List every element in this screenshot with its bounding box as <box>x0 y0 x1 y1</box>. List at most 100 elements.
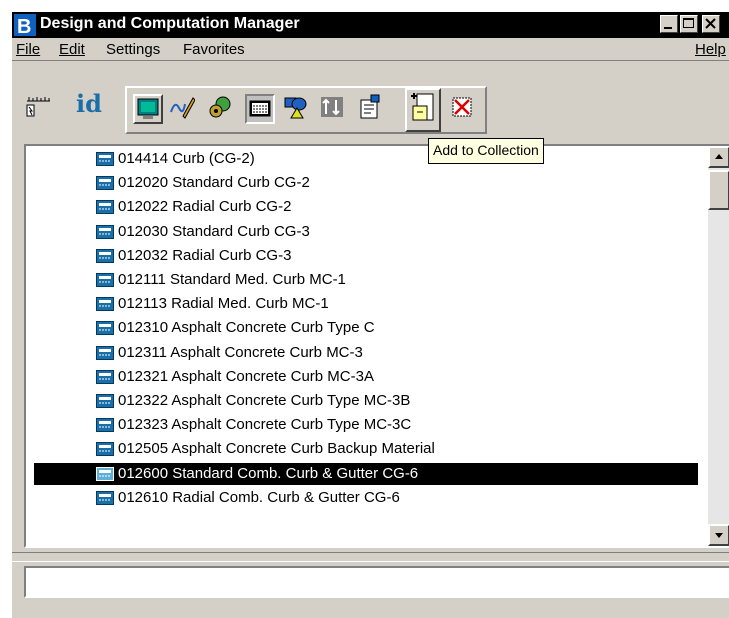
scroll-down-button[interactable] <box>708 524 729 546</box>
arrow-up-icon <box>715 154 723 159</box>
calculator-item-icon <box>96 152 114 166</box>
svg-text:B: B <box>17 16 31 36</box>
item-list-rows: 014414 Curb (CG-2) 012020 Standard Curb C… <box>26 146 706 546</box>
menu-edit-label: Edit <box>59 41 85 58</box>
list-item[interactable]: 012030 Standard Curb CG-3 <box>34 221 698 243</box>
calculator-item-icon <box>96 248 114 263</box>
maximize-button[interactable] <box>680 15 698 33</box>
sort-icon <box>321 97 343 117</box>
toolbar: id <box>12 86 729 142</box>
id-label: id <box>76 89 102 118</box>
list-item[interactable]: 012310 Asphalt Concrete Curb Type C <box>34 317 698 339</box>
menu-favorites-label: Favorites <box>183 41 245 58</box>
arrow-down-icon <box>715 533 723 538</box>
calculator-item-icon <box>96 200 114 215</box>
pencil-line-icon <box>170 97 196 119</box>
list-item[interactable]: 012505 Asphalt Concrete Curb Backup Mate… <box>34 438 698 460</box>
calculator-item-icon <box>96 418 114 433</box>
calculator-item-icon <box>96 297 114 312</box>
pane-splitter[interactable] <box>12 552 729 562</box>
properties-icon <box>360 94 380 119</box>
list-item-label: 012323 Asphalt Concrete Curb Type MC-3C <box>118 416 412 434</box>
shapes-tool-button[interactable] <box>283 94 313 124</box>
monitor-icon <box>137 98 159 119</box>
dcm-window: B Design and Computation Manager File Ed… <box>10 10 729 618</box>
menu-bar: File Edit Settings Favorites Help <box>12 38 729 61</box>
close-button[interactable] <box>702 15 720 33</box>
ruler-tool-button[interactable] <box>24 91 54 121</box>
calculator-item-icon <box>96 394 114 408</box>
title-bar[interactable]: B Design and Computation Manager <box>12 12 729 38</box>
list-item[interactable]: 012111 Standard Med. Curb MC-1 <box>34 269 698 291</box>
item-list[interactable]: 014414 Curb (CG-2) 012020 Standard Curb C… <box>24 144 729 548</box>
list-item[interactable]: 012020 Standard Curb CG-2 <box>34 172 698 194</box>
list-item[interactable]: 012323 Asphalt Concrete Curb Type MC-3C <box>34 414 698 436</box>
calculator-item-icon <box>96 345 114 360</box>
calculator-item-icon <box>96 273 114 287</box>
list-item[interactable]: 014414 Curb (CG-2) <box>34 148 698 170</box>
remove-tool-button[interactable] <box>449 94 479 124</box>
list-item[interactable]: 012610 Radial Comb. Curb & Gutter CG-6 <box>34 487 698 509</box>
palette-tool-button[interactable] <box>207 94 237 124</box>
properties-tool-button[interactable] <box>357 94 387 124</box>
mode-button-group <box>125 86 487 134</box>
list-item-label: 012600 Standard Comb. Curb & Gutter CG-6 <box>118 464 419 482</box>
menu-help[interactable]: Help <box>695 41 726 58</box>
calculator-icon <box>249 100 271 117</box>
vertical-scrollbar[interactable] <box>708 146 729 546</box>
list-item-label: 012322 Asphalt Concrete Curb Type MC-3B <box>118 392 411 409</box>
scroll-up-button[interactable] <box>708 146 729 168</box>
list-item-label: 012610 Radial Comb. Curb & Gutter CG-6 <box>118 488 400 506</box>
menu-help-label: Help <box>695 41 726 58</box>
calculator-item-icon <box>96 442 114 457</box>
list-item[interactable]: 012321 Asphalt Concrete Curb MC-3A <box>34 366 698 388</box>
menu-edit[interactable]: Edit <box>59 41 85 58</box>
window-title: Design and Computation Manager <box>40 15 300 32</box>
menu-favorites[interactable]: Favorites <box>183 41 245 58</box>
list-item[interactable]: 012600 Standard Comb. Curb & Gutter CG-6 <box>34 462 698 485</box>
add-to-collection-button[interactable] <box>405 88 441 132</box>
monitor-tool-button[interactable] <box>133 94 163 124</box>
app-logo-icon: B <box>14 14 36 36</box>
menu-file[interactable]: File <box>16 41 40 58</box>
id-tool-button[interactable]: id <box>72 89 106 121</box>
sort-tool-button[interactable] <box>319 94 349 124</box>
list-item-label: 012020 Standard Curb CG-2 <box>118 174 310 192</box>
menu-settings-label: Settings <box>106 41 161 58</box>
minimize-icon <box>664 27 672 29</box>
shapes-icon <box>284 97 307 119</box>
list-item-label: 012113 Radial Med. Curb MC-1 <box>118 295 329 313</box>
list-item[interactable]: 012113 Radial Med. Curb MC-1 <box>34 293 698 315</box>
list-item-label: 012321 Asphalt Concrete Curb MC-3A <box>118 367 374 385</box>
list-item[interactable]: 012032 Radial Curb CG-3 <box>34 245 698 267</box>
add-to-collection-icon <box>411 93 434 121</box>
list-item[interactable]: 012322 Asphalt Concrete Curb Type MC-3B <box>34 390 698 412</box>
message-field <box>24 566 729 598</box>
calculator-item-icon <box>96 369 114 384</box>
draw-tool-button[interactable] <box>169 94 199 124</box>
list-item-label: 012111 Standard Med. Curb MC-1 <box>118 271 346 288</box>
calculator-item-icon <box>96 466 114 481</box>
remove-icon <box>452 97 472 117</box>
list-item-label: 012311 Asphalt Concrete Curb MC-3 <box>118 343 363 361</box>
minimize-button[interactable] <box>660 15 678 33</box>
list-item[interactable]: 012311 Asphalt Concrete Curb MC-3 <box>34 342 698 364</box>
ruler-icon <box>26 97 50 117</box>
list-item-label: 012032 Radial Curb CG-3 <box>118 246 292 264</box>
menu-settings[interactable]: Settings <box>106 41 160 58</box>
list-item-label: 012030 Standard Curb CG-3 <box>118 222 310 240</box>
calculator-tool-button[interactable] <box>245 94 275 124</box>
calculator-item-icon <box>96 176 114 191</box>
close-icon <box>705 18 716 29</box>
list-item-label: 012022 Radial Curb CG-2 <box>118 198 292 216</box>
list-item[interactable]: 012022 Radial Curb CG-2 <box>34 196 698 218</box>
calculator-item-icon <box>96 490 114 505</box>
menu-file-label: File <box>16 41 41 58</box>
calculator-item-icon <box>96 321 114 336</box>
add-to-collection-tooltip: Add to Collection <box>428 138 544 164</box>
maximize-icon <box>683 18 694 28</box>
palette-icon <box>209 96 231 118</box>
scroll-thumb[interactable] <box>708 170 729 210</box>
list-item-label: 012505 Asphalt Concrete Curb Backup Mate… <box>118 440 435 458</box>
list-item-label: 014414 Curb (CG-2) <box>118 150 255 167</box>
